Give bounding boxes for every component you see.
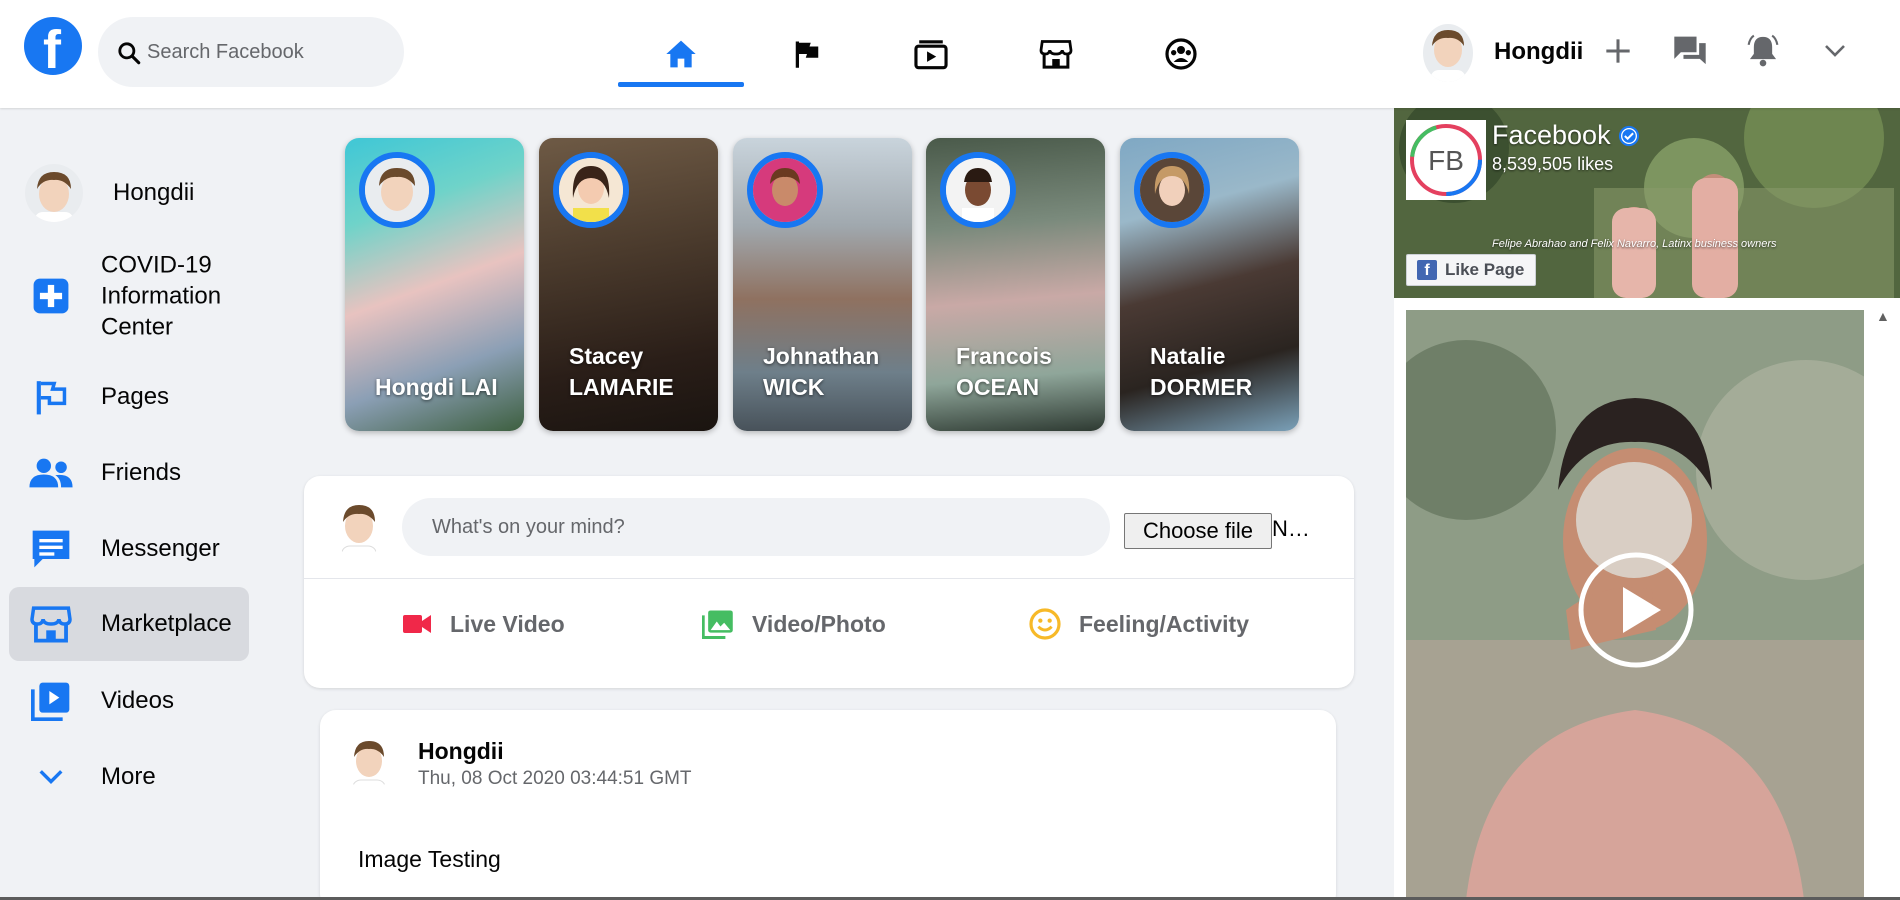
tab-groups[interactable] (1118, 0, 1244, 108)
photo-video-button[interactable]: Video/Photo (702, 602, 886, 646)
sidebar-item-label: Marketplace (101, 610, 232, 637)
story-name: Natalie DORMER (1150, 343, 1253, 400)
sidebar-item-label: Messenger (101, 535, 220, 562)
tab-home[interactable] (618, 0, 744, 108)
tab-marketplace[interactable] (993, 0, 1119, 108)
play-icon[interactable] (1577, 551, 1695, 669)
covid-info-icon (27, 272, 75, 320)
sidebar-item-friends[interactable]: Friends (9, 436, 249, 510)
sidebar-item-covid[interactable]: COVID-19 Information Center (9, 236, 249, 356)
marketplace-icon (1039, 40, 1073, 69)
plus-icon[interactable] (1604, 37, 1632, 65)
story-card[interactable]: Stacey LAMARIE (539, 138, 718, 431)
notifications-bell-icon[interactable] (1746, 33, 1780, 67)
story-name: Stacey LAMARIE (569, 343, 674, 400)
search-bar[interactable] (98, 17, 404, 87)
photo-video-label: Video/Photo (752, 610, 886, 637)
no-file-chosen-text: N… (1272, 516, 1310, 541)
groups-icon (1165, 38, 1197, 70)
profile-avatar (25, 164, 83, 222)
left-sidebar: Hongdii COVID-19 Information Center Page… (0, 108, 260, 900)
feeling-activity-label: Feeling/Activity (1079, 610, 1249, 637)
story-avatar (940, 152, 1016, 228)
sidebar-item-label: COVID-19 Information Center (101, 251, 222, 341)
post-timestamp[interactable]: Thu, 08 Oct 2020 03:44:51 GMT (418, 768, 692, 790)
scrollbar-up-arrow[interactable]: ▲ (1876, 308, 1890, 324)
flag-icon (795, 41, 819, 68)
post-text: Image Testing (358, 846, 501, 872)
sidebar-item-more[interactable]: More (9, 740, 249, 814)
story-avatar (747, 152, 823, 228)
sidebar-item-videos[interactable]: Videos (9, 664, 249, 738)
sidebar-item-profile[interactable]: Hongdii (9, 156, 249, 230)
live-video-button[interactable]: Live Video (402, 602, 565, 646)
composer-divider (304, 578, 1354, 579)
live-video-label: Live Video (450, 610, 565, 637)
tab-watch[interactable] (868, 0, 994, 108)
search-icon (118, 42, 141, 65)
marketplace-icon (27, 600, 75, 648)
story-name: Hongdi LAI (375, 374, 498, 400)
story-name: Johnathan WICK (763, 343, 880, 400)
messenger-icon (27, 525, 75, 573)
page-banner-caption: Felipe Abrahao and Felix Navarro, Latinx… (1492, 238, 1777, 250)
live-video-icon (403, 615, 431, 633)
sidebar-item-marketplace[interactable]: Marketplace (9, 587, 249, 661)
story-card[interactable]: Johnathan WICK (733, 138, 912, 431)
story-avatar (1134, 152, 1210, 228)
search-input[interactable] (147, 35, 387, 69)
verified-badge-icon (1619, 125, 1640, 147)
sidebar-item-messenger[interactable]: Messenger (9, 512, 249, 586)
sidebar-item-label: Friends (101, 459, 182, 486)
story-name: Francois OCEAN (956, 343, 1052, 400)
smiley-icon (1029, 608, 1061, 640)
sidebar-item-pages[interactable]: Pages (9, 360, 249, 434)
videos-icon (27, 677, 75, 725)
story-card[interactable]: Hongdi LAI (345, 138, 524, 431)
feeling-activity-button[interactable]: Feeling/Activity (1029, 602, 1249, 646)
sidebar-item-label: Pages (101, 383, 170, 410)
svg-text:FB: FB (1428, 145, 1464, 176)
facebook-f-icon: f (1417, 260, 1437, 280)
page-title[interactable]: Facebook (1492, 120, 1640, 151)
page-plugin-banner[interactable]: FB Facebook 8,539,505 likes Felipe Abrah… (1394, 108, 1900, 298)
tab-pages[interactable] (744, 0, 870, 108)
composer-avatar (332, 498, 386, 558)
story-card[interactable]: Francois OCEAN (926, 138, 1105, 431)
chevron-down-icon (27, 753, 75, 801)
account-chevron-down-icon[interactable] (1824, 44, 1846, 58)
post-author-name[interactable]: Hongdii (418, 738, 504, 765)
sidebar-item-label: Videos (101, 687, 174, 714)
watch-icon (914, 40, 948, 70)
choose-file-button[interactable]: Choose file (1124, 513, 1272, 549)
status-input[interactable] (402, 498, 1110, 556)
feed-post: Hongdii Thu, 08 Oct 2020 03:44:51 GMT Im… (320, 710, 1336, 900)
facebook-logo[interactable]: f (24, 17, 82, 80)
like-page-label: Like Page (1445, 260, 1525, 279)
home-icon (666, 40, 696, 68)
header-user-name[interactable]: Hongdii (1494, 38, 1583, 66)
post-author-avatar[interactable] (346, 734, 392, 792)
messenger-chat-icon[interactable] (1673, 35, 1707, 67)
story-avatar (359, 152, 435, 228)
post-composer: Choose file N… Live Video Video/Photo Fe… (304, 476, 1354, 688)
header-avatar[interactable] (1423, 24, 1473, 82)
page-video[interactable] (1406, 310, 1864, 900)
right-column: FB Facebook 8,539,505 likes Felipe Abrah… (1394, 108, 1900, 900)
pages-flag-icon (27, 373, 75, 421)
story-avatar (553, 152, 629, 228)
friends-icon (27, 449, 75, 497)
top-navbar: f Hongdii (0, 0, 1900, 108)
page-likes-count: 8,539,505 likes (1492, 154, 1614, 174)
page-logo[interactable]: FB (1406, 120, 1486, 200)
story-card[interactable]: Natalie DORMER (1120, 138, 1299, 431)
photo-icon (702, 610, 733, 639)
sidebar-profile-name: Hongdii (113, 179, 195, 206)
sidebar-item-label: More (101, 763, 156, 790)
like-page-button[interactable]: f Like Page (1406, 254, 1536, 286)
